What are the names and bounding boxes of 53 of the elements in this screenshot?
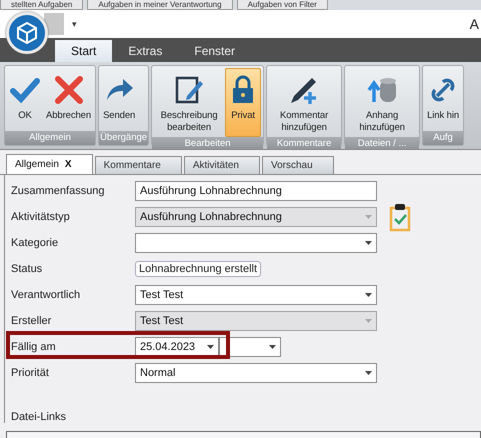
dropdown-caret-icon: [269, 345, 276, 349]
group-label: Bearbeiten: [152, 137, 264, 149]
ribbon-tab[interactable]: Fenster: [178, 40, 252, 62]
clipboard-check-icon: [389, 202, 411, 232]
ribbon-button[interactable]: OK: [7, 68, 43, 131]
time-dropdown[interactable]: [219, 337, 281, 357]
dropdown-caret-icon: [207, 345, 214, 349]
ribbon-button[interactable]: Privat: [225, 68, 262, 137]
group-label: Aufg: [423, 131, 464, 145]
dropdown-caret-icon: [365, 319, 372, 323]
document-tab[interactable]: Allgemein X: [6, 154, 93, 174]
quick-access-menu[interactable]: ▾: [72, 19, 77, 29]
field-label: Zusammenfassung: [11, 185, 106, 197]
document-tab[interactable]: Kommentare: [94, 156, 182, 174]
window-title: A: [470, 16, 480, 32]
text-field[interactable]: Ausführung Lohnabrechnung: [135, 181, 377, 201]
close-icon[interactable]: X: [64, 159, 72, 170]
field-label: Aktivitätstyp: [11, 211, 71, 223]
dropdown-field[interactable]: [135, 233, 377, 253]
ribbon-tab[interactable]: Extras: [112, 40, 178, 62]
field-label: Priorität: [11, 367, 50, 379]
ribbon-tab[interactable]: Start: [55, 40, 112, 62]
group-label: Allgemein: [5, 131, 96, 145]
document-tab[interactable]: Vorschau: [262, 156, 334, 174]
field-label: Status: [11, 263, 44, 275]
dropdown-caret-icon: [365, 215, 372, 219]
status-tag: Lohnabrechnung erstellt: [135, 261, 262, 277]
document-tab[interactable]: Aktivitäten: [184, 156, 260, 174]
date-field[interactable]: 25.04.2023: [135, 337, 219, 357]
group-label: Übergänge: [99, 131, 148, 145]
dropdown-caret-icon: [365, 241, 372, 245]
ribbon-button[interactable]: Kommentar hinzufügen: [269, 68, 340, 137]
background-tab[interactable]: Aufgaben von Filter: [236, 0, 328, 10]
ribbon-button[interactable]: Beschreibung bearbeiten: [154, 68, 224, 137]
edit-icon: [173, 74, 206, 106]
dropdown-caret-icon: [365, 371, 372, 375]
ribbon-button[interactable]: Anhang hinzufügen: [347, 68, 418, 137]
field-label: Fällig am: [11, 341, 57, 353]
background-tab[interactable]: Aufgaben in meiner Verantwortung: [87, 0, 233, 10]
section-label: Datei-Links: [11, 411, 68, 423]
ribbon-button[interactable]: Abbrechen: [44, 68, 94, 131]
ribbon-button[interactable]: Link hin: [425, 68, 462, 131]
background-tab[interactable]: stellten Aufgaben: [0, 0, 84, 10]
field-label: Verantwortlich: [11, 289, 82, 301]
field-label: Ersteller: [11, 315, 52, 327]
cross-icon: [52, 74, 85, 106]
dropdown-caret-icon: [365, 293, 372, 297]
field-label: Kategorie: [11, 237, 60, 249]
group-label: Kommentare: [267, 137, 342, 149]
dropdown-field[interactable]: Test Test: [135, 285, 377, 305]
group-label: Dateien / ...: [345, 137, 420, 149]
dropdown-field[interactable]: Normal: [135, 363, 377, 383]
ribbon-button[interactable]: Senden: [101, 68, 138, 131]
